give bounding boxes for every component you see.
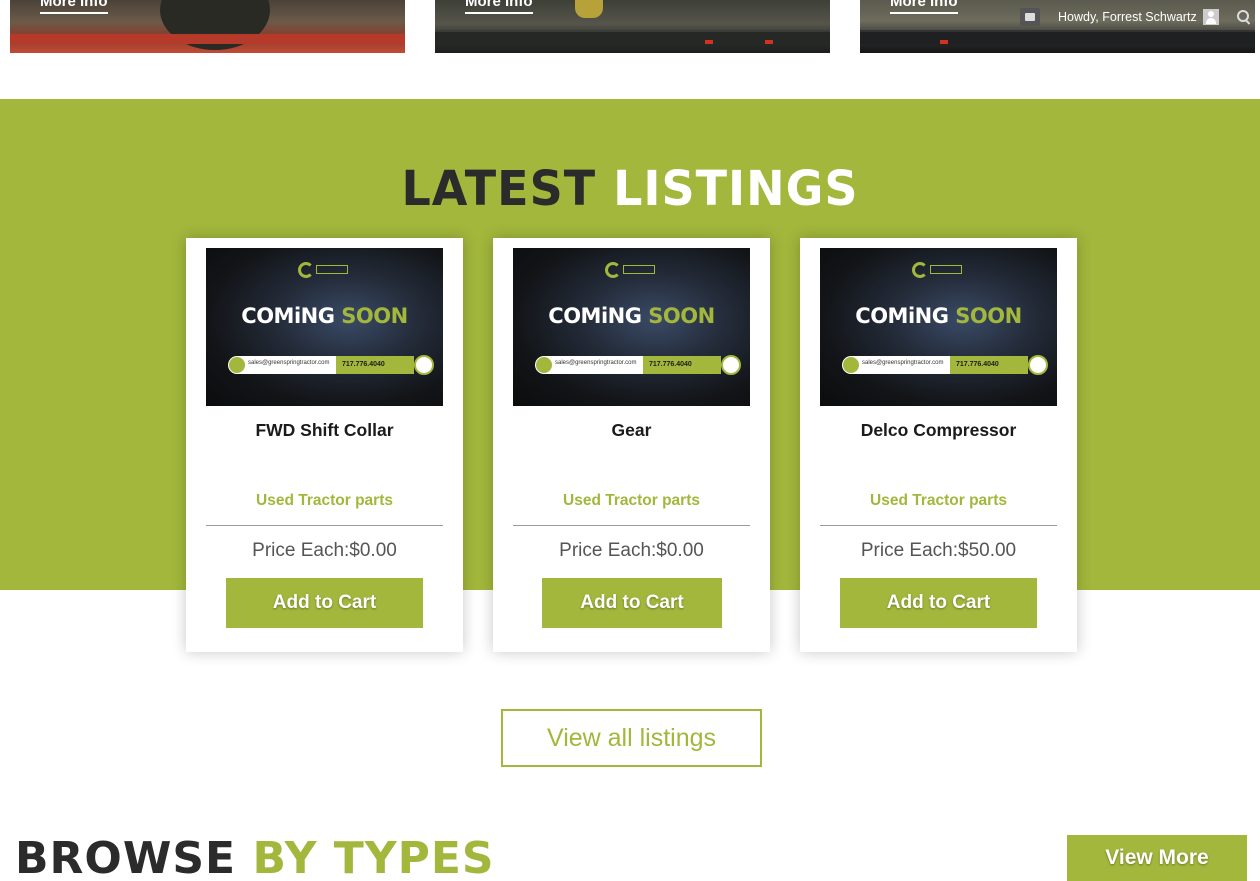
listing-name[interactable]: FWD Shift Collar: [186, 420, 463, 441]
view-more-button[interactable]: View More: [1067, 835, 1247, 881]
search-icon[interactable]: [1236, 10, 1251, 24]
listing-thumbnail[interactable]: COMiNG SOON sales@greenspringtractor.com…: [513, 248, 750, 406]
featured-card[interactable]: More Info: [10, 0, 405, 53]
admin-bar: Howdy, Forrest Schwartz: [1020, 4, 1251, 30]
add-to-cart-button[interactable]: Add to Cart: [542, 578, 722, 628]
listing-card: COMiNG SOON sales@greenspringtractor.com…: [493, 238, 770, 652]
listing-thumbnail[interactable]: COMiNG SOON sales@greenspringtractor.com…: [206, 248, 443, 406]
phone-icon: [721, 355, 741, 375]
contact-bar: sales@greenspringtractor.com 717.776.404…: [228, 355, 434, 375]
title-word-green: BY TYPES: [252, 833, 495, 881]
listing-price: Price Each:$50.00: [860, 540, 1017, 561]
phone-icon: [1028, 355, 1048, 375]
title-word-dark: BROWSE: [15, 833, 237, 881]
divider: [513, 525, 750, 526]
add-to-cart-button[interactable]: Add to Cart: [226, 578, 423, 628]
featured-card[interactable]: More Info: [435, 0, 830, 53]
contact-email: sales@greenspringtractor.com: [555, 360, 637, 366]
contact-email: sales@greenspringtractor.com: [862, 360, 944, 366]
mail-icon: [843, 357, 859, 373]
contact-email: sales@greenspringtractor.com: [248, 360, 330, 366]
comment-icon[interactable]: [1020, 8, 1040, 26]
coming-soon-text: COMiNG SOON: [241, 304, 408, 328]
more-info-link[interactable]: More Info: [465, 0, 533, 14]
listing-price: Price Each:$0.00: [559, 540, 704, 561]
add-to-cart-button[interactable]: Add to Cart: [840, 578, 1037, 628]
browse-by-types-title: BROWSE BY TYPES: [15, 832, 495, 881]
contact-phone: 717.776.4040: [950, 356, 1028, 374]
contact-bar: sales@greenspringtractor.com 717.776.404…: [535, 355, 741, 375]
listing-name[interactable]: Gear: [493, 420, 770, 441]
latest-listings-title: LATEST LISTINGS: [0, 159, 1260, 218]
howdy-greeting[interactable]: Howdy, Forrest Schwartz: [1058, 10, 1197, 24]
brand-logo-icon: [912, 262, 968, 282]
divider: [206, 525, 443, 526]
listing-category[interactable]: Used Tractor parts: [186, 492, 463, 510]
listing-price: Price Each:$0.00: [252, 540, 397, 561]
listing-category[interactable]: Used Tractor parts: [493, 492, 770, 510]
listing-thumbnail[interactable]: COMiNG SOON sales@greenspringtractor.com…: [820, 248, 1057, 406]
coming-soon-text: COMiNG SOON: [548, 304, 715, 328]
phone-icon: [414, 355, 434, 375]
avatar[interactable]: [1202, 9, 1219, 25]
divider: [820, 525, 1057, 526]
mail-icon: [229, 357, 245, 373]
listing-card: COMiNG SOON sales@greenspringtractor.com…: [800, 238, 1077, 652]
more-info-link[interactable]: More Info: [890, 0, 958, 14]
mail-icon: [536, 357, 552, 373]
listing-category[interactable]: Used Tractor parts: [800, 492, 1077, 510]
listing-name[interactable]: Delco Compressor: [800, 420, 1077, 441]
brand-logo-icon: [605, 262, 661, 282]
coming-soon-text: COMiNG SOON: [855, 304, 1022, 328]
contact-bar: sales@greenspringtractor.com 717.776.404…: [842, 355, 1048, 375]
brand-logo-icon: [298, 262, 354, 282]
title-word-dark: LATEST: [401, 159, 597, 217]
view-all-listings-button[interactable]: View all listings: [501, 709, 762, 767]
more-info-link[interactable]: More Info: [40, 0, 108, 14]
contact-phone: 717.776.4040: [643, 356, 721, 374]
contact-phone: 717.776.4040: [336, 356, 414, 374]
title-word-light: LISTINGS: [613, 159, 859, 217]
listing-card: COMiNG SOON sales@greenspringtractor.com…: [186, 238, 463, 652]
